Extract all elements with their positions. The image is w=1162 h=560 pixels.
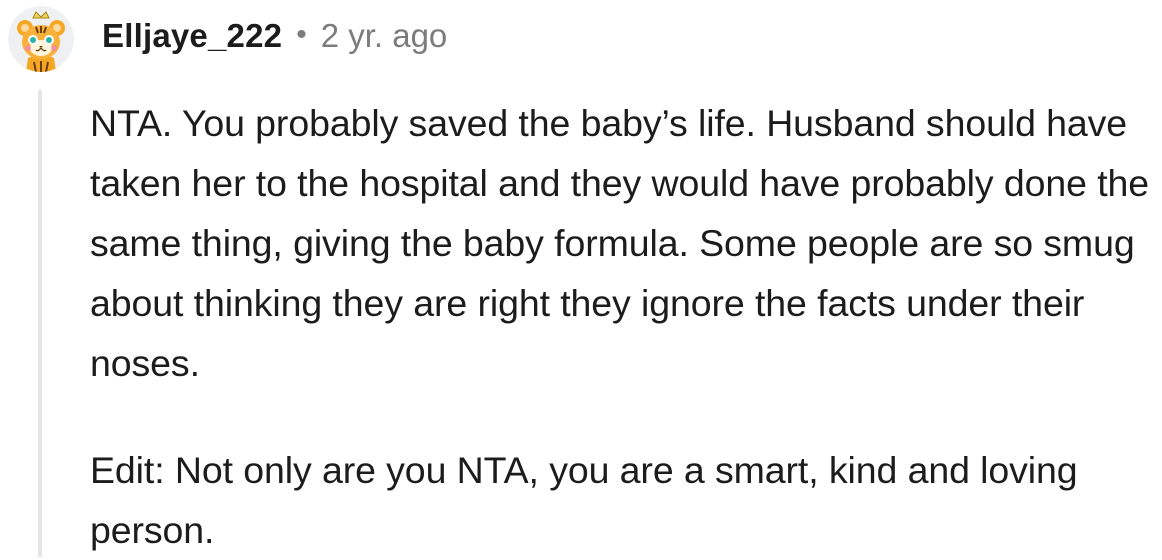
comment-paragraph: NTA. You probably saved the baby’s life.… xyxy=(90,102,1150,384)
user-avatar[interactable] xyxy=(8,6,74,72)
thread-line[interactable] xyxy=(38,90,42,557)
meta-separator: • xyxy=(296,18,307,51)
tiger-avatar-icon xyxy=(8,6,74,72)
comment-body: NTA. You probably saved the baby’s life.… xyxy=(90,93,1158,560)
comment-header: Elljaye_222 • 2 yr. ago xyxy=(102,14,447,58)
comment: Elljaye_222 • 2 yr. ago NTA. You probabl… xyxy=(0,0,1162,557)
username-link[interactable]: Elljaye_222 xyxy=(102,17,282,55)
comment-paragraph: Edit: Not only are you NTA, you are a sm… xyxy=(90,449,1078,551)
comment-timestamp[interactable]: 2 yr. ago xyxy=(321,17,448,55)
